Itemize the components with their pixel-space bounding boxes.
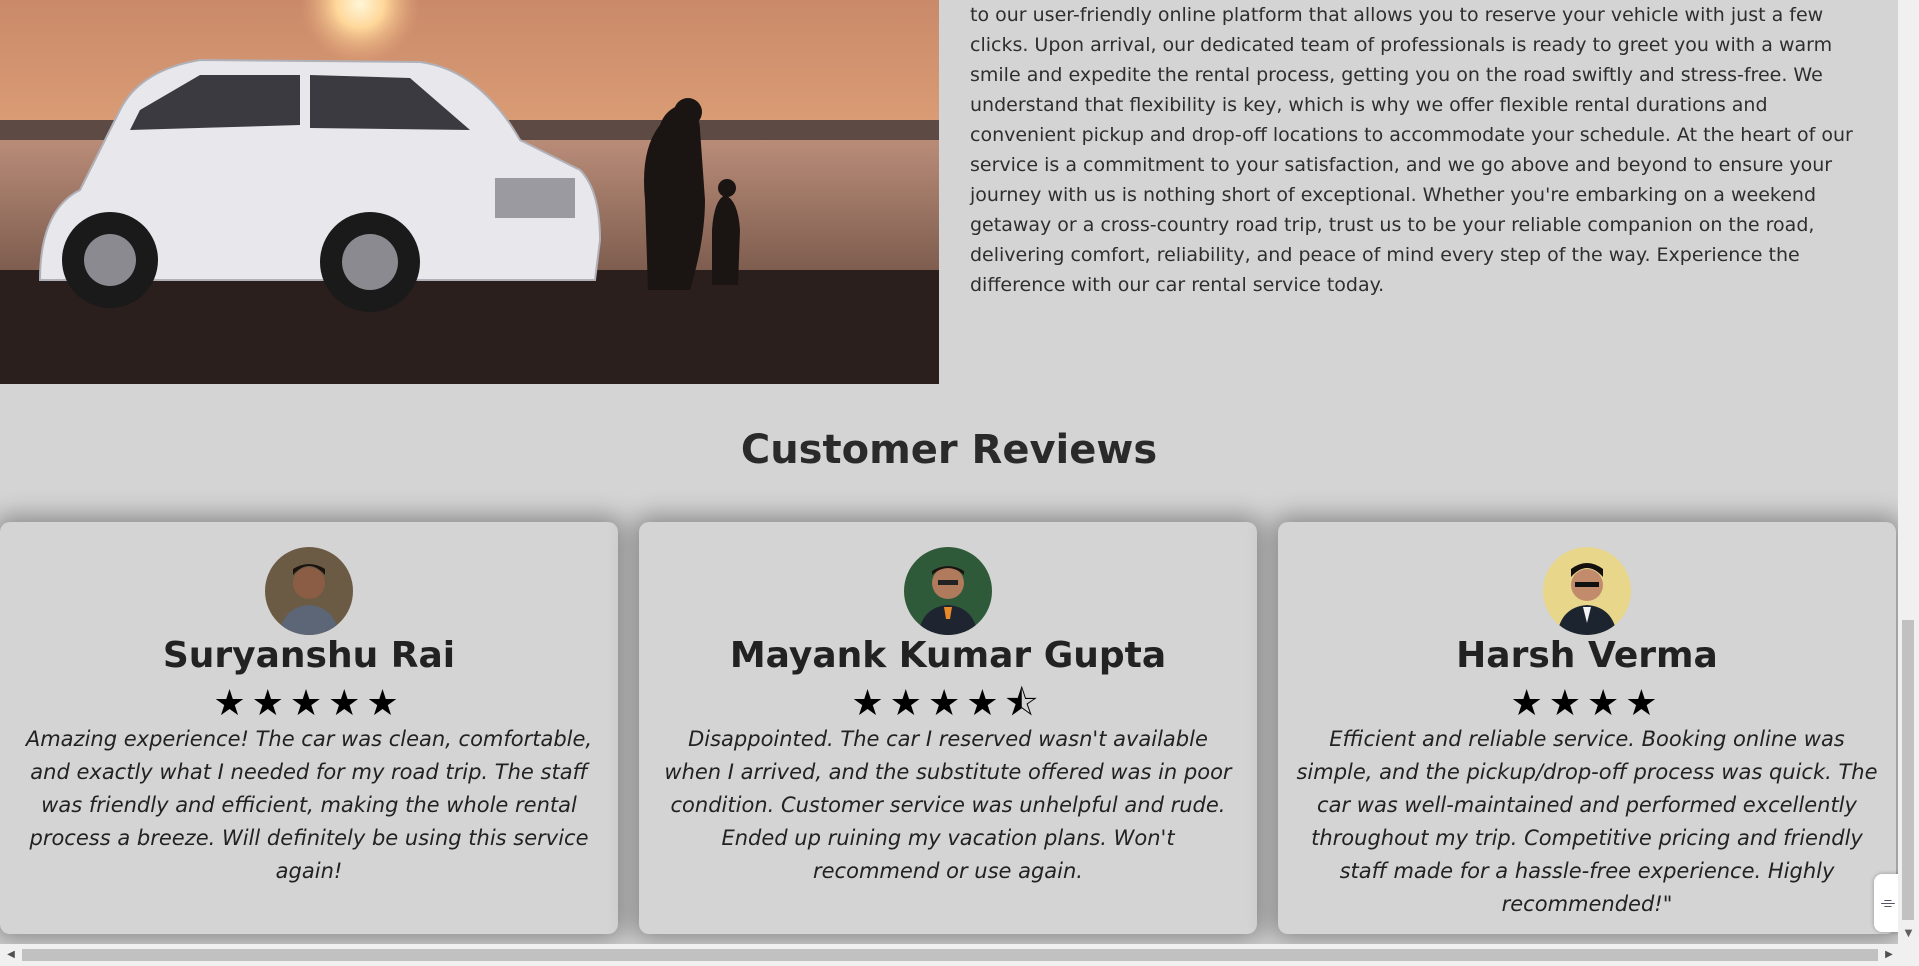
review-text: Amazing experience! The car was clean, c… bbox=[25, 727, 593, 883]
review-card: Suryanshu Rai ★★★★★ Amazing experience! … bbox=[0, 522, 618, 934]
horizontal-scrollbar[interactable]: ◀ ▶ bbox=[0, 944, 1919, 966]
vertical-scrollbar-thumb[interactable] bbox=[1902, 620, 1914, 920]
about-paragraph: to our user-friendly online platform tha… bbox=[970, 4, 1853, 296]
avatar bbox=[1543, 547, 1631, 635]
horizontal-scrollbar-thumb[interactable] bbox=[22, 949, 1878, 961]
reviewer-name: Harsh Verma bbox=[1456, 635, 1718, 676]
star-rating: ★★★★★ bbox=[213, 683, 405, 724]
reviewer-name: Mayank Kumar Gupta bbox=[729, 635, 1167, 676]
scroll-left-arrow-icon[interactable]: ◀ bbox=[2, 944, 20, 966]
review-text: Efficient and reliable service. Booking … bbox=[1296, 727, 1878, 916]
review-card: Harsh Verma ★★★★ Efficient and reliable … bbox=[1278, 522, 1896, 934]
reviewer-name: Suryanshu Rai bbox=[162, 635, 456, 676]
review-text: Disappointed. The car I reserved wasn't … bbox=[664, 727, 1232, 883]
star-rating: ★★★★⯪ bbox=[851, 683, 1045, 724]
floating-widget-button[interactable]: ⌯ bbox=[1874, 874, 1898, 932]
review-card: Mayank Kumar Gupta ★★★★⯪ Disappointed. T… bbox=[639, 522, 1257, 934]
scroll-down-arrow-icon[interactable]: ▼ bbox=[1898, 925, 1919, 942]
about-section: to our user-friendly online platform tha… bbox=[0, 0, 1898, 384]
vertical-scrollbar[interactable]: ▼ bbox=[1898, 0, 1919, 944]
avatar bbox=[904, 547, 992, 635]
avatar bbox=[265, 547, 353, 635]
reviews-heading: Customer Reviews bbox=[740, 427, 1158, 473]
scroll-right-arrow-icon[interactable]: ▶ bbox=[1880, 944, 1898, 966]
star-rating: ★★★★ bbox=[1510, 683, 1664, 724]
car-sunset-photo bbox=[0, 0, 939, 384]
page: to our user-friendly online platform tha… bbox=[0, 0, 1898, 944]
